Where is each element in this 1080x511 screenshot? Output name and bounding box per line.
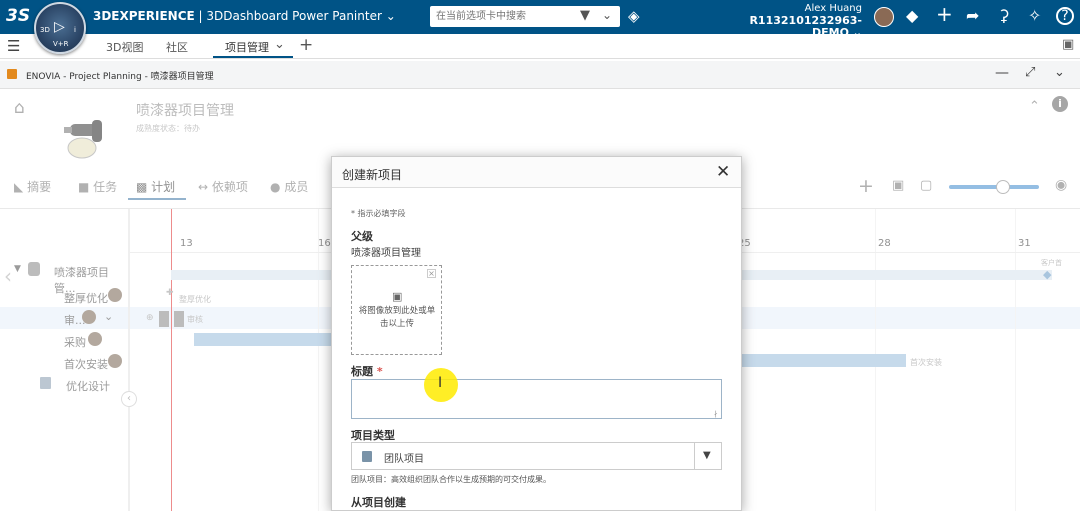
top-bar: 3S 3DEXPERIENCE | 3DDashboard Power Pani…	[0, 0, 1080, 39]
play-icon: ▷	[54, 19, 65, 35]
chevron-down-icon[interactable]: ⌄	[1054, 65, 1065, 80]
dropzone-text: 将图像放到此处或单击以上传	[358, 306, 436, 329]
tab-3d-view[interactable]: 3D视图	[106, 39, 143, 55]
plus-icon[interactable]: +	[936, 4, 953, 24]
filter-icon[interactable]: ▼	[580, 8, 590, 23]
tag-icon[interactable]: ◈	[628, 7, 640, 25]
compass-label: V+R	[53, 40, 69, 48]
network-share-icon[interactable]: ⚳	[998, 7, 1010, 25]
title-input[interactable]	[351, 379, 722, 419]
select-divider	[694, 443, 695, 469]
tag-shape-icon[interactable]: ◆	[906, 7, 918, 25]
compass-icon[interactable]: 3D V+R i ▷	[34, 2, 86, 54]
tabs-bar: ☰ 3D视图 社区 项目管理 ⌄ + ▣	[0, 34, 1080, 59]
project-type-select[interactable]: 团队项目 ▼	[351, 442, 722, 470]
chat-icon[interactable]: ▣	[1062, 37, 1074, 52]
menu-icon[interactable]: ☰	[7, 37, 20, 55]
remove-icon[interactable]: ×	[427, 269, 436, 278]
title-label: 标题 *	[351, 365, 383, 378]
minimize-icon[interactable]: —	[995, 65, 1009, 81]
image-dropzone[interactable]: × ▣ 将图像放到此处或单击以上传	[351, 265, 442, 355]
compass-label: i	[74, 26, 76, 34]
compass-label: 3D	[40, 26, 50, 34]
parent-label: 父级	[351, 230, 373, 243]
search-input[interactable]	[430, 6, 570, 27]
widget-header: ENOVIA - Project Planning - 喷漆器项目管理 — ⤢ …	[0, 61, 1080, 89]
search-box[interactable]: ▼ ⌄	[430, 6, 620, 27]
help-icon[interactable]: ?	[1056, 7, 1074, 25]
required-note: * 指示必填字段	[351, 209, 406, 218]
team-project-icon	[362, 451, 372, 462]
dropdown-arrow-icon[interactable]: ▼	[703, 450, 711, 461]
add-tab-icon[interactable]: +	[299, 35, 313, 55]
parent-value: 喷漆器项目管理	[351, 248, 421, 259]
image-upload-icon: ▣	[392, 290, 403, 303]
close-icon[interactable]: ✕	[716, 162, 730, 182]
text-cursor-icon: I	[438, 375, 443, 391]
tab-community[interactable]: 社区	[166, 39, 188, 55]
maximize-icon[interactable]: ⤢	[1025, 65, 1035, 80]
create-project-dialog: 创建新项目 ✕ * 指示必填字段 父级 喷漆器项目管理 × ▣ 将图像放到此处或…	[331, 156, 742, 511]
chevron-down-icon[interactable]: ⌄	[602, 8, 612, 22]
active-tab-indicator	[213, 56, 293, 58]
widget-title: ENOVIA - Project Planning - 喷漆器项目管理	[26, 72, 214, 82]
type-description: 团队项目：高效组织团队合作以生成预期的可交付成果。	[351, 475, 551, 484]
chevron-down-icon[interactable]: ⌄	[386, 9, 396, 23]
type-label: 项目类型	[351, 429, 395, 442]
type-value: 团队项目	[384, 454, 424, 465]
3ds-logo-icon[interactable]: 3S	[6, 6, 30, 26]
share-arrow-icon[interactable]: ➦	[966, 7, 979, 25]
dialog-header: 创建新项目 ✕	[332, 157, 741, 188]
resize-handle-icon[interactable]: ∤	[714, 410, 718, 418]
brand-title: 3DEXPERIENCE | 3DDashboard Power Paninte…	[93, 9, 396, 23]
from-project-label: 从项目创建	[351, 496, 406, 509]
tab-project-management[interactable]: 项目管理	[225, 39, 269, 55]
widget-icon	[7, 69, 17, 79]
avatar[interactable]	[874, 7, 894, 27]
tools-icon[interactable]: ✧	[1028, 7, 1041, 25]
dialog-title: 创建新项目	[342, 168, 403, 182]
chevron-down-icon[interactable]: ⌄	[274, 37, 285, 52]
